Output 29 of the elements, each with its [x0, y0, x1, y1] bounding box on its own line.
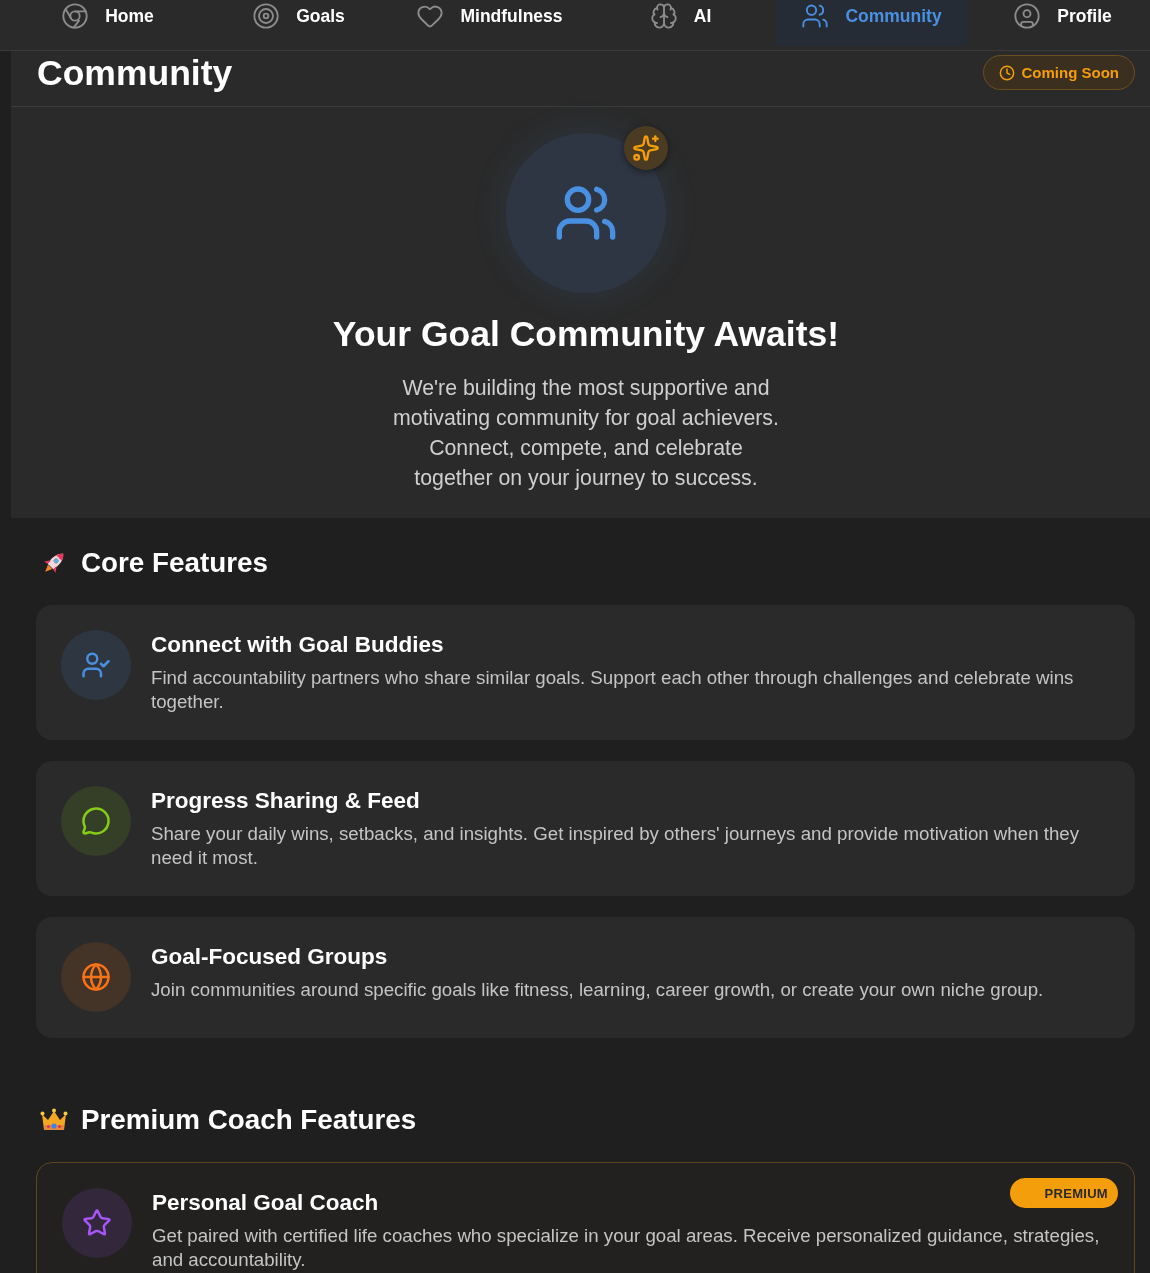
person-circle-icon — [1013, 2, 1042, 30]
nav-tab[interactable]: AI — [585, 0, 776, 46]
brain-icon — [649, 2, 678, 30]
feature-description: Get paired with certified life coaches who specialize in your goal areas. Receive personalized guidance, strategies, and accountability. — [152, 1224, 1101, 1272]
premium-badge: PREMIUM — [1009, 1178, 1118, 1208]
nav-tab[interactable]: Community — [776, 0, 967, 46]
feature-title: Goal-Focused Groups — [151, 943, 388, 970]
feature-title: Connect with Goal Buddies — [151, 631, 444, 658]
clock-icon — [998, 64, 1015, 81]
target-icon — [252, 2, 281, 30]
hero-title: Your Goal Community Awaits! — [332, 313, 840, 356]
feature-description: Share your daily wins, setbacks, and insights. Get inspired by others' journeys and provide motivation when they need it most. — [151, 822, 1081, 870]
hero-description: We're building the most supportive and motivating community for goal achievers. Connect, compete, and celebrate together on your journey to success. — [393, 375, 779, 492]
status-label: Coming Soon — [1021, 64, 1119, 81]
feature-title: Progress Sharing & Feed — [151, 787, 420, 814]
aperture-icon — [61, 2, 90, 30]
section-title: Premium Coach Features — [81, 1104, 417, 1136]
nav-tab[interactable]: Mindfulness — [394, 0, 585, 46]
feature-description: Join communities around specific goals like fitness, learning, career growth, or create your own niche group. — [151, 978, 1044, 1002]
crown-icon — [40, 1108, 68, 1132]
nav-tab[interactable]: Home — [12, 0, 203, 46]
page-title: Community — [37, 52, 233, 93]
nav-tab[interactable]: Profile — [967, 0, 1150, 46]
feature-title: Personal Goal Coach — [152, 1189, 379, 1216]
sparkle-icon — [624, 126, 668, 170]
feature-description: Find accountability partners who share similar goals. Support each other through challenges and celebrate wins together. — [151, 666, 1075, 714]
users-icon — [801, 2, 830, 30]
nav-tab[interactable]: Goals — [203, 0, 394, 46]
section-title: Core Features — [81, 547, 268, 579]
